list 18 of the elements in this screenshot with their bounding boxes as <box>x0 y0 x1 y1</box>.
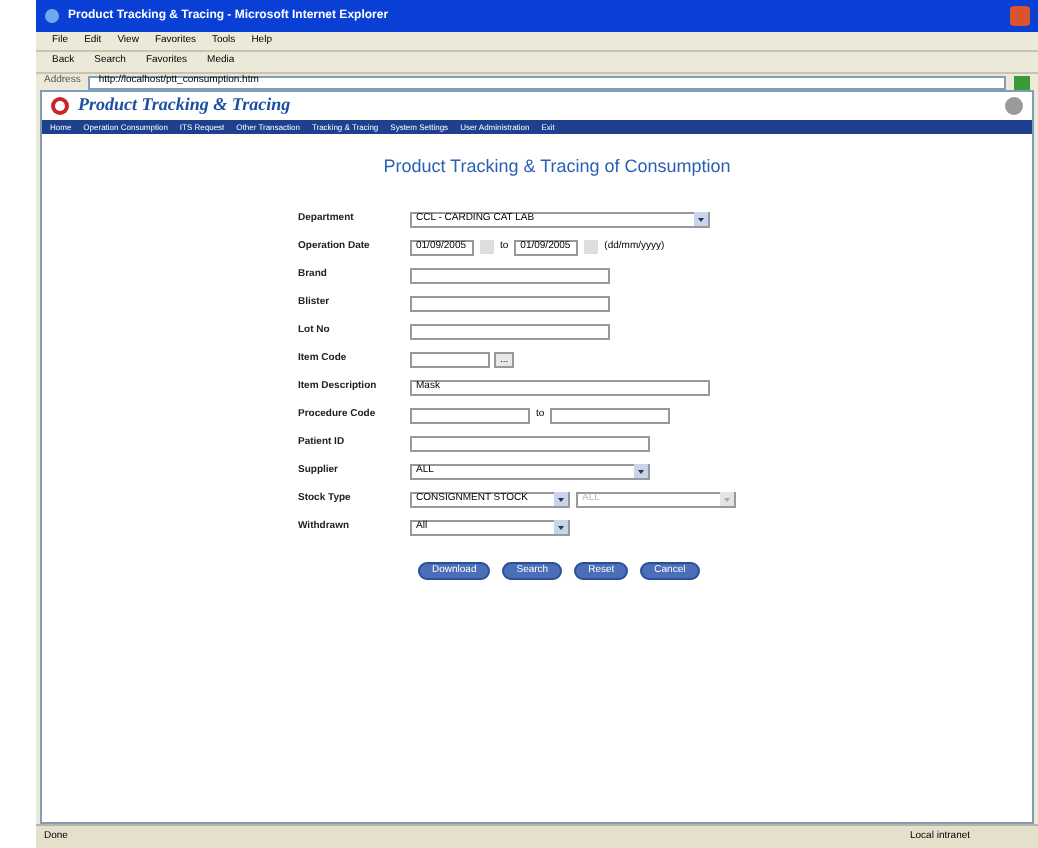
page-heading: Product Tracking & Tracing of Consumption <box>381 154 733 180</box>
logo-icon <box>50 96 70 116</box>
browser-icon <box>44 8 60 24</box>
input-field[interactable] <box>410 267 610 283</box>
input-field[interactable] <box>410 351 490 367</box>
close-button[interactable] <box>1010 6 1030 26</box>
dropdown-arrow-icon <box>720 492 734 506</box>
input-field[interactable] <box>550 407 671 423</box>
dropdown-arrow-icon <box>554 520 568 534</box>
go-button[interactable] <box>1014 75 1030 89</box>
input-field[interactable] <box>410 323 610 339</box>
input-field[interactable] <box>410 407 530 423</box>
input-field[interactable] <box>410 295 610 311</box>
dropdown-arrow-icon <box>694 212 708 226</box>
input-field[interactable] <box>410 435 650 451</box>
dropdown-arrow-icon <box>554 492 568 506</box>
site-title: Product Tracking & Tracing <box>78 92 293 119</box>
dropdown-arrow-icon <box>634 464 648 478</box>
